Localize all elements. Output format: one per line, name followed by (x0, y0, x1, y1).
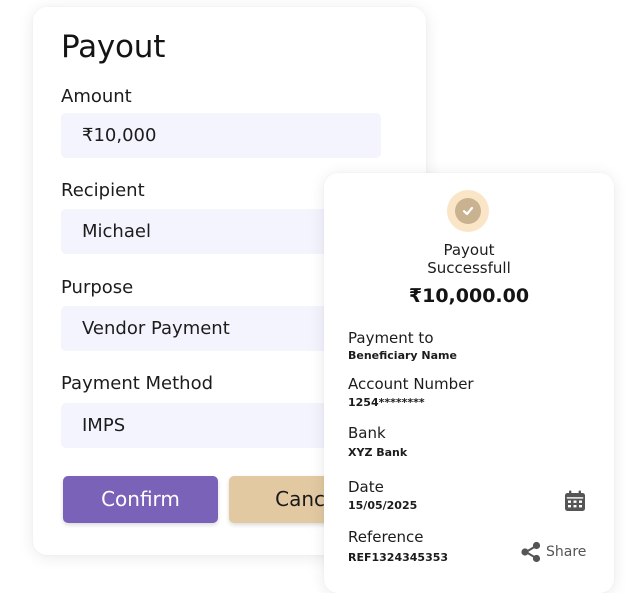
share-icon (521, 541, 541, 563)
share-button[interactable]: Share (520, 540, 586, 564)
payout-receipt-card: Payout Successfull ₹10,000.00 Payment to… (324, 173, 614, 593)
payment-to-label: Payment to (348, 329, 434, 347)
check-circle-icon (455, 198, 481, 224)
success-badge (447, 190, 489, 232)
status-line-2: Successfull (427, 259, 511, 277)
bank-label: Bank (348, 424, 386, 442)
payment-method-label: Payment Method (61, 373, 214, 394)
date-label: Date (348, 478, 384, 496)
status-line-1: Payout (443, 241, 495, 259)
confirm-button[interactable]: Confirm (63, 476, 218, 523)
payout-title: Payout (61, 29, 166, 65)
recipient-label: Recipient (61, 180, 145, 201)
purpose-label: Purpose (61, 277, 134, 298)
payment-to-value: Beneficiary Name (348, 349, 457, 362)
payout-status: Payout Successfull (324, 241, 614, 277)
date-value: 15/05/2025 (348, 499, 418, 512)
account-number-value: 1254******** (348, 396, 425, 409)
amount-input[interactable]: ₹10,000 (61, 113, 381, 158)
receipt-amount: ₹10,000.00 (408, 285, 530, 307)
reference-value: REF1324345353 (348, 551, 449, 564)
calendar-icon[interactable] (564, 490, 586, 512)
bank-value: XYZ Bank (348, 446, 408, 459)
reference-label: Reference (348, 528, 424, 546)
account-number-label: Account Number (348, 375, 474, 393)
amount-label: Amount (61, 86, 132, 107)
share-label: Share (546, 544, 587, 560)
